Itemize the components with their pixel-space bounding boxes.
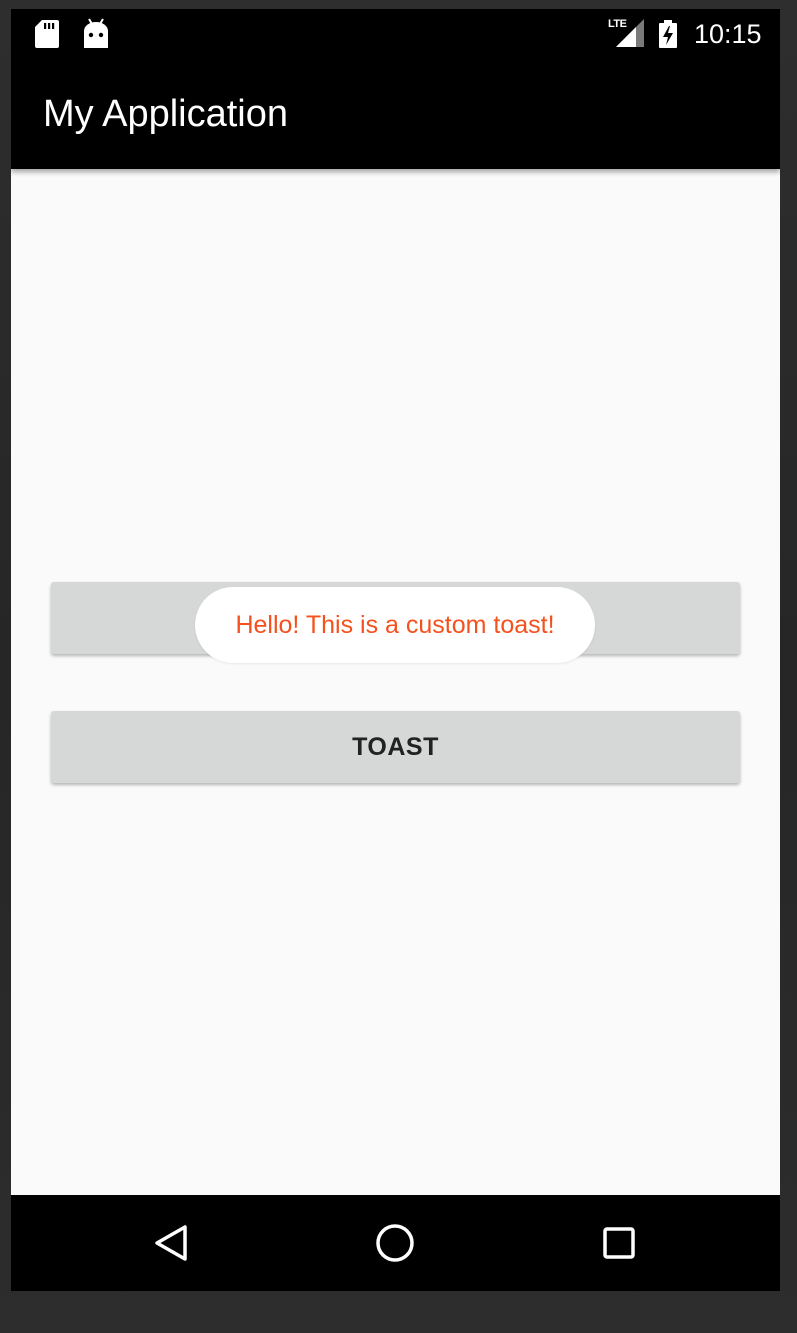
custom-toast: Hello! This is a custom toast! xyxy=(195,587,595,663)
app-title: My Application xyxy=(43,93,289,135)
battery-charging-icon xyxy=(659,20,677,48)
home-icon[interactable] xyxy=(375,1223,415,1263)
sd-card-icon xyxy=(35,20,59,48)
status-bar: LTE 10:15 xyxy=(11,9,780,59)
toast-message: Hello! This is a custom toast! xyxy=(235,611,555,639)
toast-button[interactable]: TOAST xyxy=(51,711,740,783)
navigation-bar xyxy=(11,1195,780,1291)
back-icon[interactable] xyxy=(152,1223,192,1263)
screen: LTE 10:15 My Application TOAST Hello! Th… xyxy=(11,9,780,1291)
android-icon xyxy=(84,18,108,48)
status-clock: 10:15 xyxy=(694,19,762,49)
device-frame: LTE 10:15 My Application TOAST Hello! Th… xyxy=(0,0,797,1333)
lte-signal-icon xyxy=(616,19,644,47)
recents-icon[interactable] xyxy=(601,1223,637,1263)
app-bar: My Application xyxy=(11,59,780,169)
